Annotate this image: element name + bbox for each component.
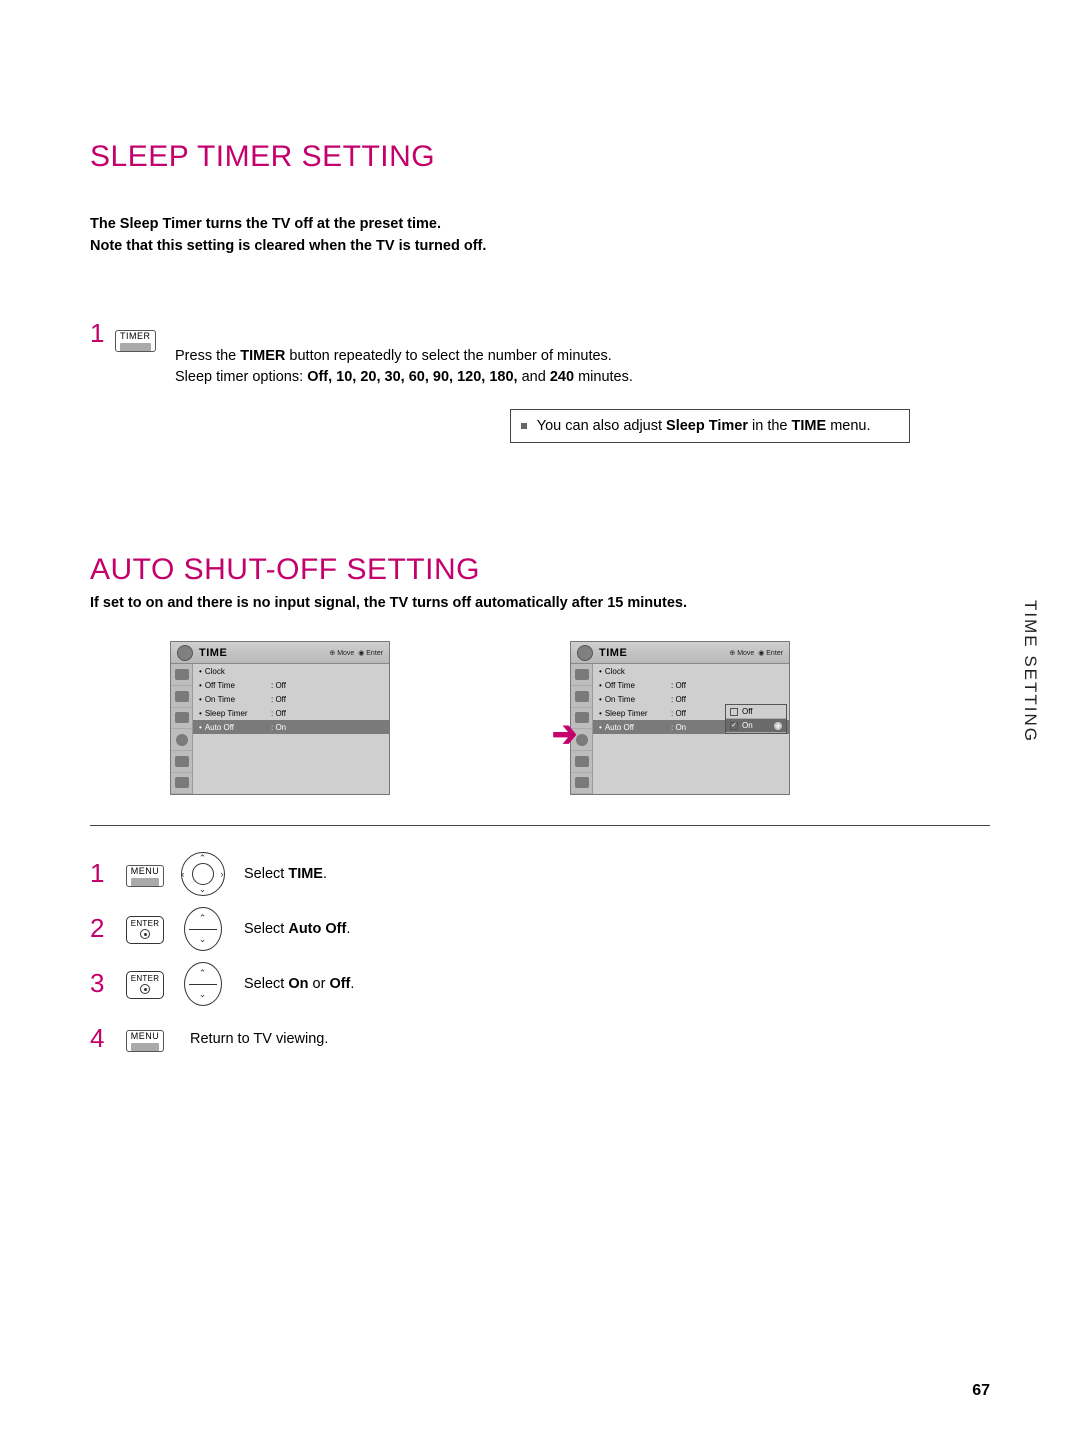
side-icon-selected [176,734,188,746]
step-4: 4 MENU Return to TV viewing. [90,1011,990,1066]
side-icon [175,712,189,723]
osd-title: TIME [599,647,627,659]
step-1: 1 MENU ⌃⌄‹› Select TIME. [90,846,990,901]
step1-desc: Press the TIMER button repeatedly to sel… [175,318,990,390]
step-3: 3 ENTER ⌃⌄ Select On or Off. [90,956,990,1011]
arrow-right-icon: ➔ [552,714,577,756]
side-icon [175,691,189,702]
osd-row: TIME ⊕ Move ◉ Enter •Clock •Off Time: Of… [170,641,990,795]
radio-selected-icon [774,722,782,730]
section2-sub: If set to on and there is no input signa… [90,595,990,611]
osd-menu-list: •Clock •Off Time: Off •On Time: Off •Sle… [593,664,789,794]
bullet-icon [521,423,527,429]
menu-button: MENU [126,1030,165,1052]
step-number: 2 [90,913,115,944]
osd-row-selected: •Auto Off: On [193,720,389,734]
menu-btn-label: MENU [131,1031,160,1041]
timer-btn-label: TIMER [120,331,151,341]
step-desc: Select On or Off. [244,976,354,992]
timer-button: TIMER [115,326,156,352]
section1-intro: The Sleep Timer turns the TV off at the … [90,214,990,258]
osd-panel-left: TIME ⊕ Move ◉ Enter •Clock •Off Time: Of… [170,641,390,795]
time-icon [177,645,193,661]
section1-title: SLEEP TIMER SETTING [90,140,990,174]
osd-hints: ⊕ Move ◉ Enter [329,649,389,657]
section2-title: AUTO SHUT-OFF SETTING [90,553,990,587]
step-desc: Select TIME. [244,866,327,882]
popup-off: Off [726,705,786,719]
step-number: 3 [90,968,115,999]
popup-on: ✓On [726,719,786,733]
osd-header: TIME ⊕ Move ◉ Enter [171,642,389,664]
steps: 1 MENU ⌃⌄‹› Select TIME. 2 ENTER [90,846,990,1066]
osd-popup: Off ✓On [725,704,787,734]
osd-title: TIME [199,647,227,659]
time-icon [577,645,593,661]
osd-header: TIME ⊕ Move ◉ Enter [571,642,789,664]
side-icon [575,777,589,788]
side-icon-selected [576,734,588,746]
side-icon [575,669,589,680]
step-number: 4 [90,1023,115,1054]
timer-btn-box: TIMER [115,330,156,352]
step-2: 2 ENTER ⌃⌄ Select Auto Off. [90,901,990,956]
menu-btn-label: MENU [131,866,160,876]
step-number: 1 [90,318,104,349]
osd-side-icons [171,664,193,794]
step-desc: Return to TV viewing. [190,1031,328,1047]
note-box: You can also adjust Sleep Timer in the T… [510,409,910,443]
enter-btn-label: ENTER [131,919,160,928]
updown-icon: ⌃⌄ [184,962,222,1006]
page: SLEEP TIMER SETTING The Sleep Timer turn… [0,0,1080,1440]
separator [90,825,990,826]
side-icon [575,756,589,767]
osd-menu-list: •Clock •Off Time: Off •On Time: Off •Sle… [193,664,389,794]
intro-line2: Note that this setting is cleared when t… [90,238,486,254]
step-desc: Select Auto Off. [244,921,350,937]
dpad-icon: ⌃⌄‹› [181,852,225,896]
updown-icon: ⌃⌄ [184,907,222,951]
enter-btn-label: ENTER [131,974,160,983]
enter-button: ENTER [126,916,165,944]
menu-button: MENU [126,865,165,887]
osd-panel-right: TIME ⊕ Move ◉ Enter •Clock •Off Time: Of… [570,641,790,795]
side-tab: TIME SETTING [1020,600,1040,743]
side-icon [175,777,189,788]
intro-line1: The Sleep Timer turns the TV off at the … [90,216,441,232]
step1: 1 TIMER Press the TIMER button repeatedl… [90,318,990,390]
enter-button: ENTER [126,971,165,999]
side-icon [575,691,589,702]
side-icon [175,756,189,767]
osd-hints: ⊕ Move ◉ Enter [729,649,789,657]
page-number: 67 [972,1382,990,1400]
side-icon [175,669,189,680]
step-number: 1 [90,858,115,889]
